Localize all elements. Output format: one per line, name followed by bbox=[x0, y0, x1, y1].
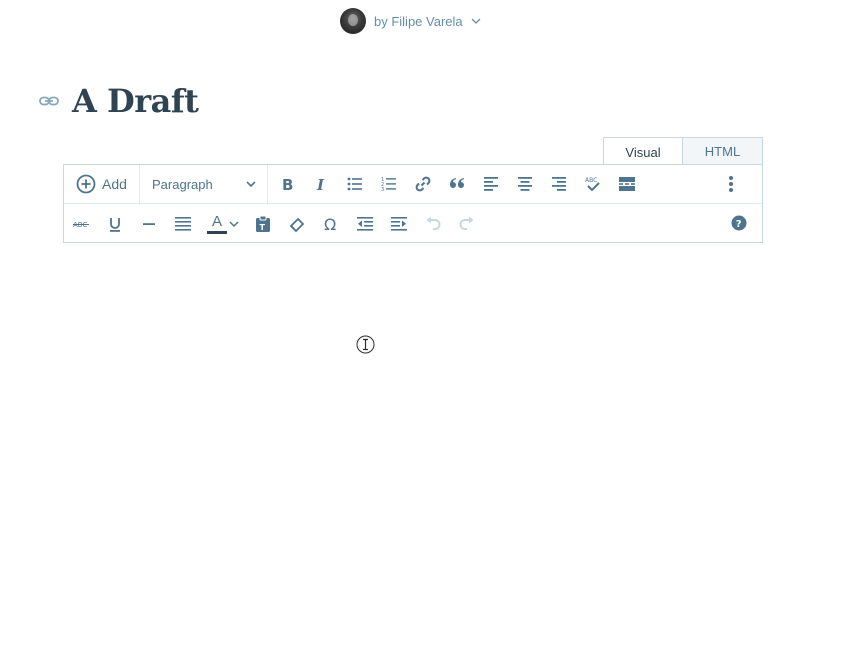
editor-mode-tabs: Visual HTML bbox=[603, 137, 763, 166]
numbered-list-icon: 1 2 3 bbox=[381, 177, 396, 193]
text-color-button[interactable]: A bbox=[200, 207, 246, 241]
align-right-button[interactable] bbox=[542, 167, 576, 201]
redo-icon bbox=[459, 216, 474, 230]
bold-button[interactable]: B bbox=[270, 167, 304, 201]
help-icon: ? bbox=[731, 215, 747, 231]
text-cursor-icon bbox=[356, 335, 375, 354]
spellcheck-icon: ABC bbox=[585, 177, 600, 192]
undo-icon bbox=[426, 216, 441, 230]
add-circle-icon bbox=[76, 174, 96, 194]
author-selector[interactable]: by Filipe Varela bbox=[340, 8, 481, 34]
horizontal-rule-button[interactable] bbox=[132, 207, 166, 241]
paragraph-format-select[interactable]: Paragraph bbox=[140, 165, 268, 203]
chevron-down-icon bbox=[246, 181, 256, 188]
more-options-button[interactable] bbox=[714, 167, 748, 201]
paste-text-icon: T bbox=[256, 215, 270, 232]
tab-visual[interactable]: Visual bbox=[603, 137, 683, 166]
tab-html[interactable]: HTML bbox=[683, 137, 763, 165]
strikethrough-button[interactable]: ABC bbox=[64, 207, 98, 241]
toolbar-row-primary: Add Paragraph B I 1 2 3 ABC bbox=[64, 165, 762, 204]
strikethrough-icon: ABC bbox=[73, 221, 89, 229]
title-row: A Draft bbox=[38, 82, 199, 120]
align-left-icon bbox=[484, 177, 498, 191]
blockquote-button[interactable] bbox=[440, 167, 474, 201]
bullet-list-button[interactable] bbox=[338, 167, 372, 201]
outdent-icon bbox=[357, 216, 373, 231]
align-left-button[interactable] bbox=[474, 167, 508, 201]
italic-icon: I bbox=[316, 176, 325, 193]
chevron-down-icon bbox=[471, 18, 481, 24]
blockquote-icon bbox=[450, 178, 464, 188]
text-color-icon: A bbox=[207, 213, 227, 234]
numbered-list-button[interactable]: 1 2 3 bbox=[372, 167, 406, 201]
format-value: Paragraph bbox=[152, 176, 213, 192]
special-character-button[interactable]: Ω bbox=[314, 207, 348, 241]
help-button[interactable]: ? bbox=[722, 206, 756, 240]
italic-button[interactable]: I bbox=[304, 167, 338, 201]
bullet-list-icon bbox=[347, 177, 362, 191]
author-name: by Filipe Varela bbox=[374, 13, 463, 29]
svg-text:?: ? bbox=[736, 219, 742, 230]
align-center-icon bbox=[518, 177, 532, 191]
svg-text:3: 3 bbox=[381, 187, 384, 193]
chevron-down-icon bbox=[229, 220, 239, 227]
align-center-button[interactable] bbox=[508, 167, 542, 201]
add-label: Add bbox=[102, 176, 127, 192]
special-character-icon: Ω bbox=[324, 215, 336, 233]
editor-toolbar: Add Paragraph B I 1 2 3 ABC A T Ω ? bbox=[63, 164, 763, 243]
toolbar-row-secondary: ABC A T bbox=[64, 204, 762, 243]
underline-icon bbox=[110, 217, 120, 232]
editor-content-area[interactable] bbox=[63, 243, 763, 643]
avatar bbox=[340, 8, 366, 34]
indent-icon bbox=[391, 216, 407, 231]
svg-text:B: B bbox=[282, 176, 293, 193]
add-media-button[interactable]: Add bbox=[64, 165, 140, 203]
permalink-icon[interactable] bbox=[38, 90, 60, 112]
spellcheck-button[interactable]: ABC bbox=[576, 167, 610, 201]
svg-text:T: T bbox=[260, 223, 266, 232]
undo-button[interactable] bbox=[416, 207, 450, 241]
more-vertical-icon bbox=[729, 176, 733, 192]
svg-text:Ω: Ω bbox=[324, 215, 336, 233]
clear-formatting-button[interactable] bbox=[280, 207, 314, 241]
read-more-icon bbox=[619, 177, 635, 191]
link-icon bbox=[415, 176, 431, 192]
underline-button[interactable] bbox=[98, 207, 132, 241]
link-button[interactable] bbox=[406, 167, 440, 201]
indent-button[interactable] bbox=[382, 207, 416, 241]
svg-text:I: I bbox=[316, 176, 325, 193]
redo-button[interactable] bbox=[450, 207, 484, 241]
read-more-button[interactable] bbox=[610, 167, 644, 201]
format-buttons: B I 1 2 3 ABC bbox=[268, 165, 644, 203]
align-right-icon bbox=[552, 177, 566, 191]
clear-formatting-icon bbox=[289, 217, 305, 232]
bold-icon: B bbox=[282, 176, 293, 193]
paste-text-button[interactable]: T bbox=[246, 207, 280, 241]
justify-icon bbox=[175, 216, 191, 231]
horizontal-rule-icon bbox=[143, 222, 155, 225]
justify-button[interactable] bbox=[166, 207, 200, 241]
outdent-button[interactable] bbox=[348, 207, 382, 241]
svg-text:ABC: ABC bbox=[585, 177, 597, 184]
post-title[interactable]: A Draft bbox=[72, 82, 199, 120]
